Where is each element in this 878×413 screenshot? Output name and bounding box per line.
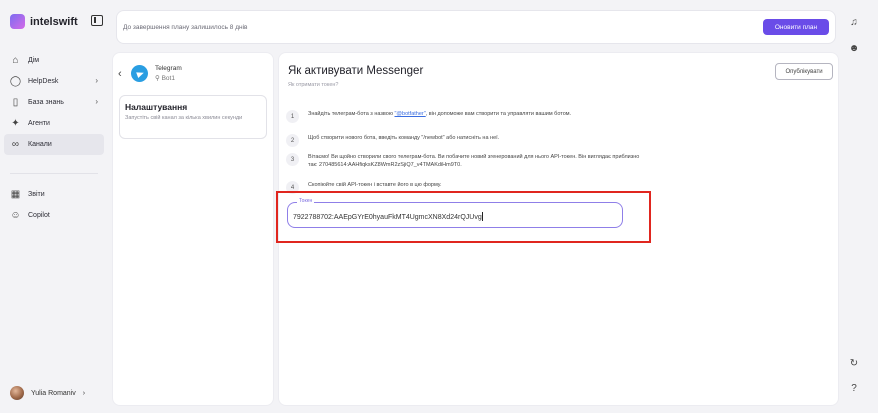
plan-remaining-text: До завершення плану залишилось 8 днів <box>123 24 248 31</box>
copilot-icon: ☺ <box>10 210 21 221</box>
home-icon: ⌂ <box>12 55 19 66</box>
step-number: 3 <box>286 153 299 166</box>
sidebar-item-helpdesk[interactable]: ◯ HelpDesk › <box>4 71 104 92</box>
logo-mark-icon <box>10 14 25 29</box>
step-item: 2 Щоб створити нового бота, введіть кома… <box>286 134 648 147</box>
channel-platform: Telegram <box>155 65 182 72</box>
step-text-part: , він допоможе вам створити та управляти… <box>425 111 572 117</box>
bot-icon: ⚲ <box>155 75 162 82</box>
reports-icon: ▦ <box>10 189 21 200</box>
sidebar-item-copilot[interactable]: ☺ Copilot <box>4 205 104 226</box>
headset-icon: ◯ <box>9 76 22 87</box>
step-text: Щоб створити нового бота, введіть команд… <box>308 135 500 141</box>
bot-name-text: Bot1 <box>161 75 175 82</box>
support-bot-icon[interactable]: ☻ <box>846 40 862 56</box>
sidebar-item-label: Звіти <box>28 191 45 198</box>
logo[interactable]: intelswift <box>10 14 78 29</box>
book-icon: ▯ <box>12 97 19 108</box>
sidebar-item-channels[interactable]: ∞ Канали <box>4 134 104 155</box>
channels-icon: ∞ <box>11 139 20 150</box>
chevron-right-icon: › <box>95 76 98 85</box>
sidebar: intelswift ⌂ Дім ◯ HelpDesk › ▯ База зна… <box>0 0 110 413</box>
sidebar-item-agents[interactable]: ✦ Агенти <box>4 113 104 134</box>
sidebar-item-label: База знань <box>28 99 64 106</box>
page-title: Як активувати Messenger <box>288 65 424 77</box>
bot-name: ⚲ Bot1 <box>155 74 175 82</box>
step-number: 2 <box>286 134 299 147</box>
notification-bell-icon[interactable]: ♫ <box>846 14 862 30</box>
step-item: 1 Знайдіть телеграм-бота з назвою "@botf… <box>286 110 648 123</box>
sidebar-item-label: HelpDesk <box>28 78 59 85</box>
sidebar-item-reports[interactable]: ▦ Звіти <box>4 184 104 205</box>
sidebar-item-label: Канали <box>28 141 52 148</box>
step-text: Знайдіть телеграм-бота з назвою "@botfat… <box>308 110 648 123</box>
divider <box>10 173 98 174</box>
channel-settings-panel: ‹ Telegram ⚲ Bot1 Налаштування Запустіть… <box>112 52 274 406</box>
step-item: 3 Вітаємо! Ви щойно створили свого телег… <box>286 153 648 170</box>
help-icon[interactable]: ? <box>846 380 862 396</box>
step-number: 1 <box>286 110 299 123</box>
user-menu[interactable]: Yulia Romaniv › <box>10 386 85 400</box>
publish-button[interactable]: Опублікувати <box>775 63 833 80</box>
settings-description: Запустіть свій канал за кілька хвилин се… <box>125 115 243 121</box>
sidebar-collapse-icon[interactable] <box>91 15 103 26</box>
sparkle-icon: ✦ <box>11 118 20 129</box>
sidebar-item-label: Дім <box>28 57 40 64</box>
plan-banner: До завершення плану залишилось 8 днів Он… <box>116 10 836 44</box>
telegram-icon <box>131 65 148 82</box>
botfather-link[interactable]: "@botfather" <box>394 111 425 117</box>
sidebar-item-knowledge-base[interactable]: ▯ База знань › <box>4 92 104 113</box>
chevron-right-icon: › <box>95 97 98 106</box>
step-text-part: Знайдіть телеграм-бота з назвою <box>308 111 395 117</box>
sidebar-item-label: Агенти <box>28 120 50 127</box>
settings-card[interactable]: Налаштування Запустіть свій канал за кіл… <box>119 95 267 139</box>
settings-title: Налаштування <box>125 102 188 112</box>
user-name: Yulia Romaniv <box>31 389 76 397</box>
avatar <box>10 386 24 400</box>
step-text: Вітаємо! Ви щойно створили свого телегра… <box>308 154 640 168</box>
sidebar-nav: ⌂ Дім ◯ HelpDesk › ▯ База знань › ✦ Аген… <box>4 50 104 226</box>
upgrade-plan-button[interactable]: Оновити план <box>763 19 829 35</box>
app-name: intelswift <box>30 15 78 28</box>
highlight-box <box>276 191 651 243</box>
refresh-icon[interactable]: ↻ <box>846 355 862 371</box>
back-icon[interactable]: ‹ <box>118 68 122 80</box>
sidebar-item-home[interactable]: ⌂ Дім <box>4 50 104 71</box>
chevron-right-icon: › <box>82 389 86 397</box>
sidebar-item-label: Copilot <box>28 212 50 219</box>
page-subtitle: Як отримати токен? <box>288 82 339 88</box>
